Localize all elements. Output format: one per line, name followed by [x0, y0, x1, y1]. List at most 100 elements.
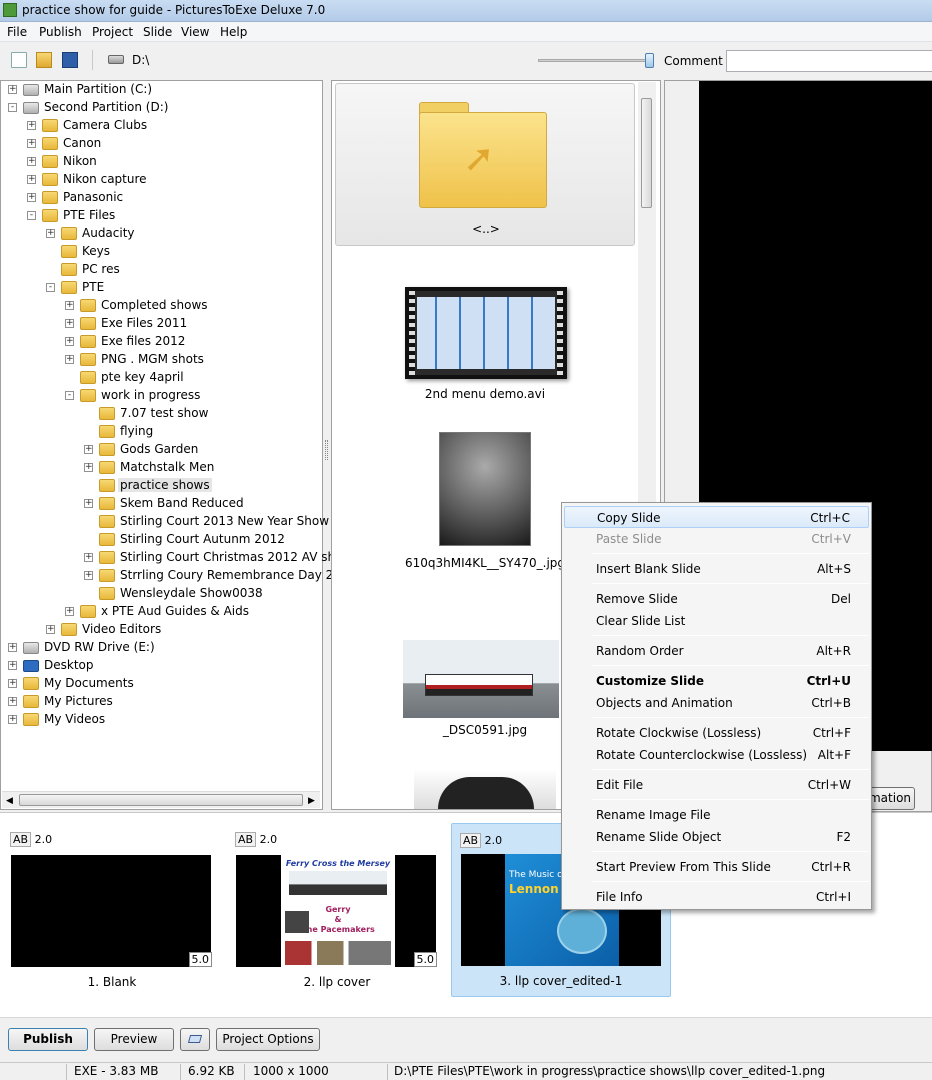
scroll-right-arrow-icon[interactable]: ▶ — [308, 796, 315, 806]
context-menu-item[interactable]: Rotate Counterclockwise (Lossless) Alt+F — [564, 744, 869, 766]
tree-item[interactable]: + Panasonic — [1, 189, 321, 207]
zoom-slider-track[interactable] — [538, 59, 646, 62]
expand-icon[interactable]: + — [65, 607, 74, 616]
collapse-icon[interactable]: - — [27, 211, 36, 220]
zoom-slider-thumb[interactable] — [645, 53, 654, 68]
tree-item[interactable]: + Main Partition (C:) — [1, 81, 321, 99]
tree-item[interactable]: + Gods Garden — [1, 441, 321, 459]
tree-item[interactable]: - work in progress — [1, 387, 321, 405]
splitter-grip[interactable] — [325, 440, 328, 460]
tree-item[interactable]: - Second Partition (D:) — [1, 99, 321, 117]
project-options-button[interactable]: Project Options — [216, 1028, 320, 1051]
expand-icon[interactable]: + — [65, 337, 74, 346]
tree-item[interactable]: + PNG . MGM shots — [1, 351, 321, 369]
tree-item[interactable]: + Camera Clubs — [1, 117, 321, 135]
expand-icon[interactable]: + — [65, 319, 74, 328]
context-menu-item[interactable]: Rename Image File — [564, 804, 869, 826]
preview-button[interactable]: Preview — [94, 1028, 174, 1051]
objects-animation-button[interactable]: mation — [865, 787, 915, 810]
context-menu-item[interactable]: Random Order Alt+R — [564, 640, 869, 662]
file-item-parent[interactable]: ➚ <..> — [335, 83, 635, 246]
context-menu-item[interactable]: Objects and Animation Ctrl+B — [564, 692, 869, 714]
expand-icon[interactable]: + — [8, 643, 17, 652]
tree-item[interactable]: Wensleydale Show0038 — [1, 585, 321, 603]
menu-file[interactable]: File — [7, 25, 27, 39]
expand-icon[interactable]: + — [65, 301, 74, 310]
context-menu-item[interactable]: Clear Slide List — [564, 610, 869, 632]
tree-item[interactable]: + Nikon — [1, 153, 321, 171]
tree-item[interactable]: + My Documents — [1, 675, 321, 693]
expand-icon[interactable]: + — [8, 679, 17, 688]
expand-icon[interactable]: + — [27, 193, 36, 202]
menu-project[interactable]: Project — [92, 25, 133, 39]
expand-icon[interactable]: + — [84, 553, 93, 562]
context-menu-item[interactable]: Remove Slide Del — [564, 588, 869, 610]
expand-icon[interactable]: + — [65, 355, 74, 364]
tree-item[interactable]: + My Pictures — [1, 693, 321, 711]
context-menu-item[interactable]: Copy Slide Ctrl+C — [564, 506, 869, 528]
tree-item[interactable]: + Matchstalk Men — [1, 459, 321, 477]
tree-item[interactable]: + Skem Band Reduced — [1, 495, 321, 513]
collapse-icon[interactable]: - — [65, 391, 74, 400]
open-folder-icon[interactable] — [36, 52, 52, 68]
tree-horizontal-scrollbar[interactable]: ◀ ▶ — [2, 791, 320, 808]
expand-icon[interactable]: + — [84, 571, 93, 580]
folder-tree-panel[interactable]: + Main Partition (C:) - Second Partition (D… — [0, 80, 356, 810]
file-item-partial[interactable] — [414, 769, 556, 809]
expand-icon[interactable]: + — [84, 463, 93, 472]
tree-item[interactable]: + Exe files 2012 — [1, 333, 321, 351]
tree-item[interactable]: PC res — [1, 261, 321, 279]
tree-item[interactable]: + Canon — [1, 135, 321, 153]
tree-item[interactable]: + Video Editors — [1, 621, 321, 639]
tree-item[interactable]: + Desktop — [1, 657, 321, 675]
collapse-icon[interactable]: - — [46, 283, 55, 292]
context-menu-item[interactable]: Edit File Ctrl+W — [564, 774, 869, 796]
expand-icon[interactable]: + — [8, 697, 17, 706]
new-file-icon[interactable] — [11, 52, 27, 68]
scroll-left-arrow-icon[interactable]: ◀ — [6, 796, 13, 806]
slide-item-2[interactable]: AB 2.0 Ferry Cross the Mersey Gerry & Th… — [232, 823, 452, 995]
tree-item[interactable]: + x PTE Aud Guides & Aids — [1, 603, 321, 621]
expand-icon[interactable]: + — [27, 175, 36, 184]
expand-icon[interactable]: + — [84, 499, 93, 508]
tree-item[interactable]: Stirling Court 2013 New Year Show — [1, 513, 329, 531]
context-menu-item[interactable]: Customize Slide Ctrl+U — [564, 670, 869, 692]
tree-item[interactable]: 7.07 test show — [1, 405, 321, 423]
expand-icon[interactable]: + — [8, 85, 17, 94]
context-menu-item[interactable]: Rotate Clockwise (Lossless) Ctrl+F — [564, 722, 869, 744]
menu-publish[interactable]: Publish — [39, 25, 82, 39]
tree-item[interactable]: + Completed shows — [1, 297, 321, 315]
context-menu-item[interactable]: Rename Slide Object F2 — [564, 826, 869, 848]
context-menu-item[interactable]: Insert Blank Slide Alt+S — [564, 558, 869, 580]
publish-button[interactable]: Publish — [8, 1028, 88, 1051]
fullscreen-preview-button[interactable] — [180, 1028, 210, 1051]
expand-icon[interactable]: + — [8, 715, 17, 724]
tree-item[interactable]: - PTE Files — [1, 207, 321, 225]
context-menu-item[interactable]: File Info Ctrl+I — [564, 886, 869, 908]
expand-icon[interactable]: + — [84, 445, 93, 454]
tree-item[interactable]: + DVD RW Drive (E:) — [1, 639, 321, 657]
tree-scroll-thumb[interactable] — [19, 794, 303, 806]
tree-item[interactable]: Stirling Court Autunm 2012 — [1, 531, 321, 549]
menu-view[interactable]: View — [181, 25, 209, 39]
tree-item[interactable]: - PTE — [1, 279, 321, 297]
slide-item-1[interactable]: AB 2.0 5.0 1. Blank — [7, 823, 227, 995]
expand-icon[interactable]: + — [27, 139, 36, 148]
tree-item[interactable]: flying — [1, 423, 321, 441]
tree-item[interactable]: + Audacity — [1, 225, 321, 243]
menu-slide[interactable]: Slide — [143, 25, 172, 39]
file-item-video[interactable]: 2nd menu demo.avi — [335, 271, 635, 401]
tree-item[interactable]: + Exe Files 2011 — [1, 315, 321, 333]
expand-icon[interactable]: + — [46, 229, 55, 238]
tree-item[interactable]: + Stirling Court Christmas 2012 AV show — [1, 549, 352, 567]
tree-item[interactable]: Keys — [1, 243, 321, 261]
expand-icon[interactable]: + — [27, 121, 36, 130]
tree-item[interactable]: + Nikon capture — [1, 171, 321, 189]
save-icon[interactable] — [62, 52, 78, 68]
files-scroll-thumb[interactable] — [641, 98, 652, 208]
expand-icon[interactable]: + — [46, 625, 55, 634]
menu-help[interactable]: Help — [220, 25, 247, 39]
tree-item[interactable]: practice shows — [1, 477, 321, 495]
expand-icon[interactable]: + — [8, 661, 17, 670]
expand-icon[interactable]: + — [27, 157, 36, 166]
